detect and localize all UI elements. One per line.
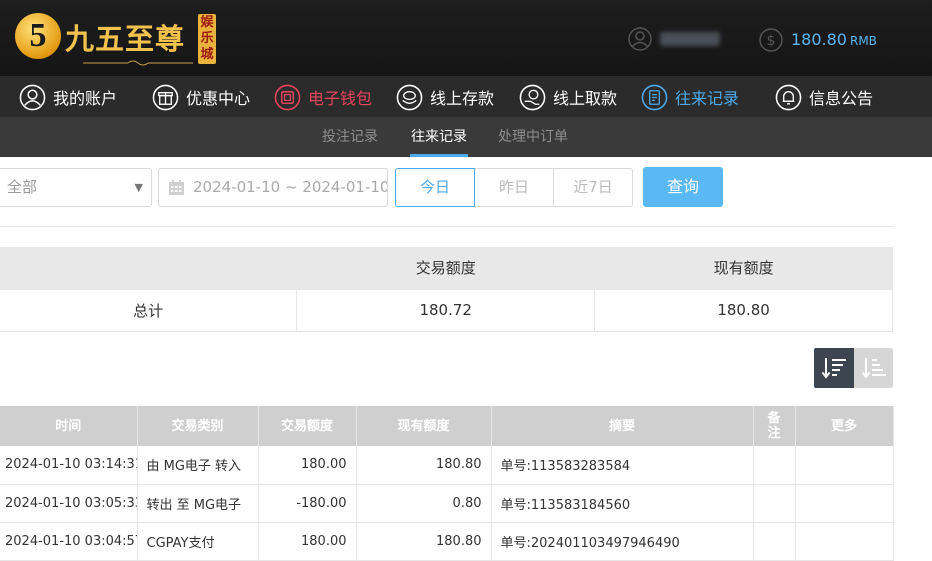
transaction-type-select[interactable]: 全部 ▼ <box>0 168 152 207</box>
search-button[interactable]: 查询 <box>643 167 723 207</box>
logo-name: 九五至尊 <box>65 22 186 56</box>
nav-announcements[interactable]: 信息公告 <box>775 76 873 118</box>
cell-type: CGPAY支付 <box>137 522 259 561</box>
nav-transaction-records[interactable]: 往来记录 <box>641 76 739 118</box>
nav-label: 往来记录 <box>675 89 740 108</box>
deposit-icon <box>396 84 423 110</box>
column-header-time[interactable]: 时间 <box>0 406 138 446</box>
nav-online-deposit[interactable]: 线上存款 <box>396 76 494 118</box>
cell-balance: 180.80 <box>356 446 492 485</box>
nav-online-withdraw[interactable]: 线上取款 <box>519 76 617 118</box>
column-header-summary[interactable]: 摘要 <box>491 406 754 446</box>
nav-label: 线上存款 <box>430 89 495 108</box>
cell-summary: 单号:202401103497946490 <box>491 522 754 561</box>
date-range-value: 2024-01-10 ~ 2024-01-10 <box>193 178 388 196</box>
summary-header-cell: 现有额度 <box>594 247 893 289</box>
caret-down-icon: ▼ <box>134 181 143 194</box>
cell-type: 由 MG电子 转入 <box>137 446 259 485</box>
tab-transaction-records[interactable]: 往来记录 <box>410 118 468 157</box>
quick-yesterday-button[interactable]: 昨日 <box>474 168 554 207</box>
section-divider <box>0 226 893 227</box>
summary-table: 交易额度 现有额度 总计 180.72 180.80 <box>0 247 893 332</box>
cell-amount: 180.00 <box>258 446 357 485</box>
withdraw-icon <box>519 84 546 110</box>
calendar-icon <box>169 180 184 195</box>
username-redacted <box>660 32 720 46</box>
column-header-more[interactable]: 更多 <box>795 406 894 446</box>
tab-pending-orders[interactable]: 处理中订单 <box>498 118 568 157</box>
logo-tag: 娱乐城 <box>198 14 216 64</box>
wallet-icon <box>274 84 301 110</box>
user-avatar-icon <box>628 27 652 51</box>
nav-my-account[interactable]: 我的账户 <box>19 76 117 118</box>
summary-header-cell <box>0 247 297 289</box>
nav-label: 我的账户 <box>53 89 118 108</box>
quick-today-button[interactable]: 今日 <box>395 168 475 207</box>
balance-display: 180.80 RMB <box>791 30 877 49</box>
logo-mark: 5 <box>15 13 61 59</box>
cell-amount: -180.00 <box>258 484 357 523</box>
cell-more[interactable] <box>795 446 894 485</box>
records-header-row: 时间 交易类别 交易额度 现有额度 摘要 备注 更多 <box>0 406 894 446</box>
column-header-amount[interactable]: 交易额度 <box>258 406 357 446</box>
column-header-remark[interactable]: 备注 <box>753 406 796 446</box>
main-nav: 我的账户 优惠中心 电子钱包 线上存款 线上取款 往来记录 信息公告 <box>0 76 932 118</box>
cell-balance: 0.80 <box>356 484 492 523</box>
summary-cell: 总计 <box>0 288 298 332</box>
summary-cell: 180.80 <box>594 288 893 332</box>
user-circle-icon <box>19 84 46 110</box>
tab-bet-records[interactable]: 投注记录 <box>322 118 378 157</box>
cell-more[interactable] <box>795 522 894 561</box>
date-range-input[interactable]: 2024-01-10 ~ 2024-01-10 <box>158 168 388 207</box>
gift-icon <box>152 84 179 110</box>
select-value: 全部 <box>7 178 38 196</box>
logo-ornament-icon <box>83 60 193 66</box>
site-header: 5 九五至尊 娱乐城 $ 180.80 RMB <box>0 0 932 76</box>
cell-summary: 单号:113583184560 <box>491 484 754 523</box>
balance-value: 180.80 <box>791 30 847 49</box>
nav-label: 线上取款 <box>553 89 618 108</box>
nav-e-wallet[interactable]: 电子钱包 <box>274 76 372 118</box>
nav-label: 电子钱包 <box>308 89 373 108</box>
quick-last7days-button[interactable]: 近7日 <box>553 168 633 207</box>
nav-label: 信息公告 <box>809 89 874 108</box>
cell-balance: 180.80 <box>356 522 492 561</box>
summary-header-cell: 交易额度 <box>296 247 595 289</box>
summary-row: 总计 180.72 180.80 <box>0 288 893 332</box>
records-table: 时间 交易类别 交易额度 现有额度 摘要 备注 更多 2024-01-10 03… <box>0 406 894 561</box>
cell-amount: 180.00 <box>258 522 357 561</box>
cell-time: 2024-01-10 03:04:57 <box>0 522 138 561</box>
bell-icon <box>775 84 802 110</box>
summary-cell: 180.72 <box>296 288 596 332</box>
cell-time: 2024-01-10 03:05:33 <box>0 484 138 523</box>
balance-unit: RMB <box>849 34 877 48</box>
sort-ascending-icon <box>861 358 886 379</box>
site-logo[interactable]: 5 九五至尊 娱乐城 <box>15 12 220 68</box>
cell-time: 2024-01-10 03:14:31 <box>0 446 138 485</box>
summary-header-row: 交易额度 现有额度 <box>0 247 893 289</box>
sort-ascending-button[interactable] <box>854 348 893 388</box>
nav-label: 优惠中心 <box>186 89 251 108</box>
table-row[interactable]: 2024-01-10 03:04:57 CGPAY支付 180.00 180.8… <box>0 522 894 561</box>
cell-more[interactable] <box>795 484 894 523</box>
column-header-balance[interactable]: 现有额度 <box>356 406 492 446</box>
sort-descending-button[interactable] <box>814 348 854 388</box>
cell-remark <box>753 484 796 523</box>
column-header-type[interactable]: 交易类别 <box>137 406 259 446</box>
table-row[interactable]: 2024-01-10 03:05:33 转出 至 MG电子 -180.00 0.… <box>0 484 894 523</box>
cell-summary: 单号:113583283584 <box>491 446 754 485</box>
cell-remark <box>753 522 796 561</box>
nav-promotions[interactable]: 优惠中心 <box>152 76 250 118</box>
sort-descending-icon <box>821 358 846 379</box>
cell-type: 转出 至 MG电子 <box>137 484 259 523</box>
cell-remark <box>753 446 796 485</box>
table-row[interactable]: 2024-01-10 03:14:31 由 MG电子 转入 180.00 180… <box>0 446 894 485</box>
balance-coin-icon: $ <box>759 28 783 52</box>
records-icon <box>641 84 668 110</box>
svg-text:$: $ <box>767 33 776 49</box>
sub-nav: 投注记录 往来记录 处理中订单 <box>0 118 932 157</box>
